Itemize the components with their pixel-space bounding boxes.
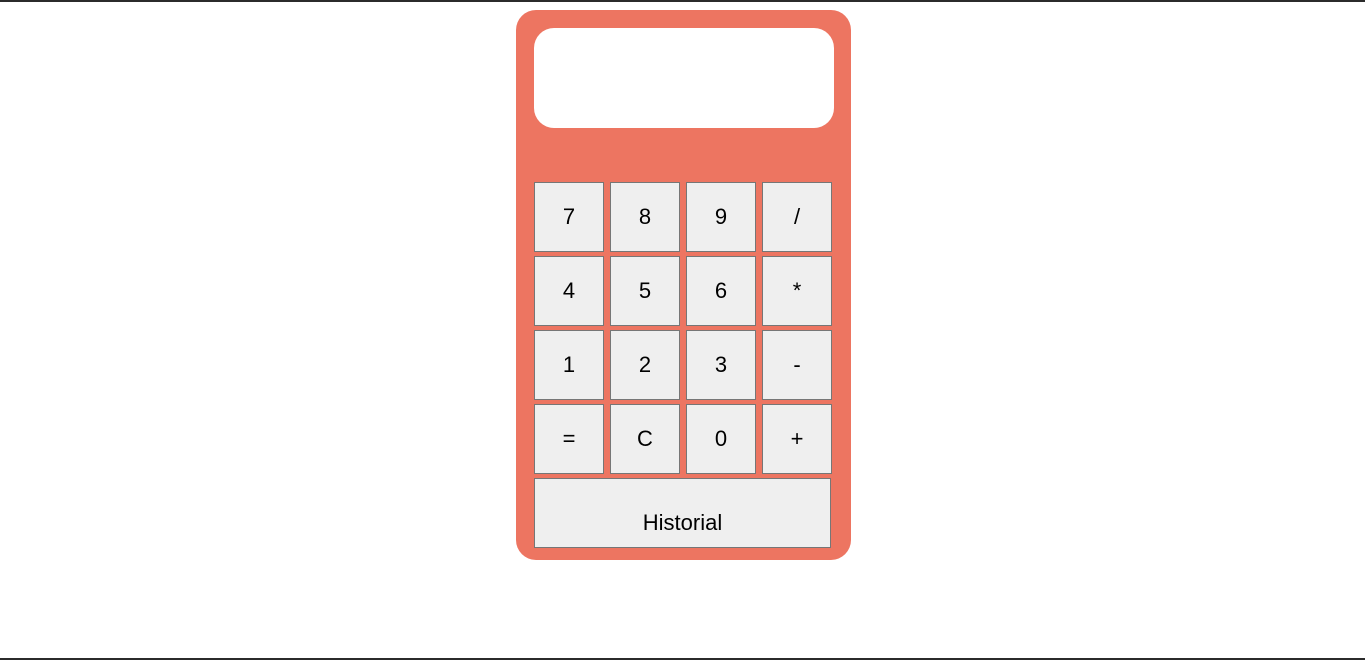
key-7[interactable]: 7: [534, 182, 604, 252]
key-clear[interactable]: C: [610, 404, 680, 474]
key-add[interactable]: +: [762, 404, 832, 474]
key-1[interactable]: 1: [534, 330, 604, 400]
calculator-display: [534, 28, 834, 128]
key-2[interactable]: 2: [610, 330, 680, 400]
key-multiply[interactable]: *: [762, 256, 832, 326]
key-9[interactable]: 9: [686, 182, 756, 252]
key-0[interactable]: 0: [686, 404, 756, 474]
key-4[interactable]: 4: [534, 256, 604, 326]
key-8[interactable]: 8: [610, 182, 680, 252]
window-top-border: [0, 0, 1365, 2]
key-6[interactable]: 6: [686, 256, 756, 326]
key-subtract[interactable]: -: [762, 330, 832, 400]
key-3[interactable]: 3: [686, 330, 756, 400]
key-divide[interactable]: /: [762, 182, 832, 252]
history-button[interactable]: Historial: [534, 478, 831, 548]
key-5[interactable]: 5: [610, 256, 680, 326]
calculator: 7 8 9 / 4 5 6 * 1 2 3 - = C 0 + Historia…: [516, 10, 851, 560]
key-equals[interactable]: =: [534, 404, 604, 474]
